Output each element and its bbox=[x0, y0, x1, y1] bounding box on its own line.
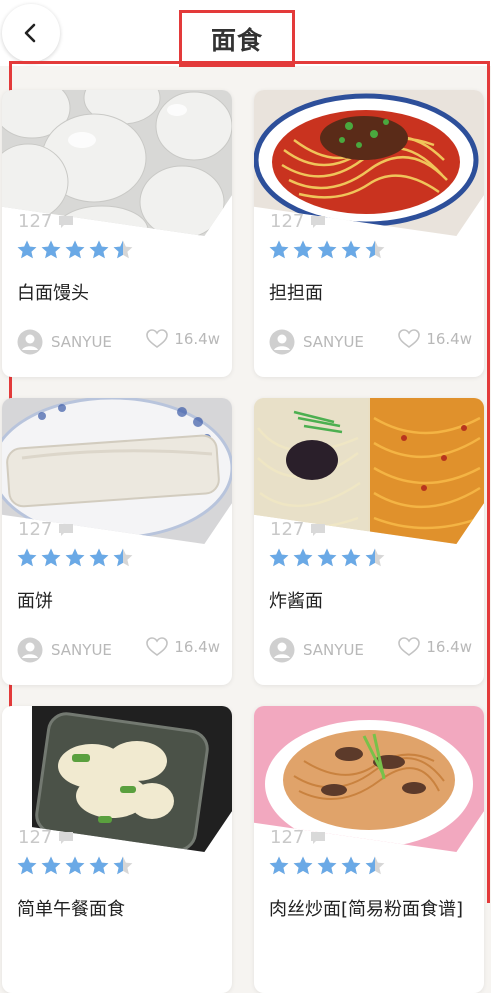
star-icon bbox=[317, 548, 337, 567]
star-icon bbox=[65, 856, 85, 875]
recipe-card[interactable]: 127 白面馒头 SANYUE 16.4w bbox=[2, 90, 232, 377]
star-icon bbox=[41, 856, 61, 875]
view-count: 127 bbox=[270, 211, 326, 232]
star-icon bbox=[365, 240, 385, 259]
recipe-name: 担担面 bbox=[269, 283, 323, 304]
star-icon bbox=[293, 240, 313, 259]
star-icon bbox=[269, 240, 289, 259]
recipe-name: 肉丝炒面[简易粉面食谱] bbox=[269, 899, 464, 920]
top-bar: 面食 bbox=[0, 0, 491, 67]
recipe-name: 白面馒头 bbox=[17, 283, 89, 304]
star-icon bbox=[41, 240, 61, 259]
author-name: SANYUE bbox=[51, 641, 112, 659]
star-icon bbox=[17, 548, 37, 567]
recipe-card[interactable]: 127 肉丝炒面[简易粉面食谱] bbox=[254, 706, 484, 993]
comment-icon bbox=[311, 524, 326, 536]
star-icon bbox=[113, 240, 133, 259]
avatar-icon bbox=[269, 329, 295, 355]
heart-icon bbox=[146, 637, 169, 656]
rating-stars bbox=[268, 855, 386, 876]
star-icon bbox=[41, 548, 61, 567]
page-title-text: 面食 bbox=[210, 25, 263, 55]
recipe-card[interactable]: 127 面饼 SANYUE 16.4w bbox=[2, 398, 232, 685]
author: SANYUE bbox=[17, 329, 112, 355]
view-count: 127 bbox=[18, 519, 74, 540]
star-icon bbox=[17, 240, 37, 259]
avatar-icon bbox=[17, 637, 43, 663]
star-icon bbox=[65, 548, 85, 567]
star-icon bbox=[365, 856, 385, 875]
view-count: 127 bbox=[18, 827, 74, 848]
chevron-left-icon bbox=[24, 23, 36, 43]
star-icon bbox=[317, 240, 337, 259]
like-count: 16.4w bbox=[426, 330, 472, 348]
star-icon bbox=[365, 548, 385, 567]
view-count: 127 bbox=[270, 519, 326, 540]
recipe-name: 面饼 bbox=[17, 591, 53, 612]
star-icon bbox=[293, 856, 313, 875]
recipe-card[interactable]: 127 简单午餐面食 bbox=[2, 706, 232, 993]
comment-icon bbox=[59, 524, 74, 536]
comment-icon bbox=[311, 832, 326, 844]
star-icon bbox=[341, 856, 361, 875]
view-count: 127 bbox=[270, 827, 326, 848]
recipe-card[interactable]: 127 炸酱面 SANYUE 16.4w bbox=[254, 398, 484, 685]
author: SANYUE bbox=[17, 637, 112, 663]
star-icon bbox=[269, 548, 289, 567]
star-icon bbox=[113, 548, 133, 567]
author-name: SANYUE bbox=[51, 333, 112, 351]
avatar-icon bbox=[17, 329, 43, 355]
recipe-name: 简单午餐面食 bbox=[17, 899, 125, 920]
star-icon bbox=[293, 548, 313, 567]
author: SANYUE bbox=[269, 637, 364, 663]
author-name: SANYUE bbox=[303, 333, 364, 351]
star-icon bbox=[317, 856, 337, 875]
star-icon bbox=[269, 856, 289, 875]
recipe-card[interactable]: 127 担担面 SANYUE 16.4w bbox=[254, 90, 484, 377]
heart-icon bbox=[146, 329, 169, 348]
author: SANYUE bbox=[269, 329, 364, 355]
star-icon bbox=[65, 240, 85, 259]
back-button[interactable] bbox=[2, 4, 60, 62]
page-title: 面食 bbox=[179, 10, 295, 67]
like-button[interactable]: 16.4w bbox=[398, 329, 472, 349]
avatar-icon bbox=[269, 637, 295, 663]
star-icon bbox=[89, 856, 109, 875]
like-button[interactable]: 16.4w bbox=[146, 329, 220, 349]
star-icon bbox=[341, 548, 361, 567]
like-count: 16.4w bbox=[174, 638, 220, 656]
comment-icon bbox=[59, 216, 74, 228]
rating-stars bbox=[268, 239, 386, 260]
rating-stars bbox=[268, 547, 386, 568]
heart-icon bbox=[398, 637, 421, 656]
heart-icon bbox=[398, 329, 421, 348]
rating-stars bbox=[16, 855, 134, 876]
star-icon bbox=[89, 548, 109, 567]
star-icon bbox=[341, 240, 361, 259]
view-count: 127 bbox=[18, 211, 74, 232]
like-count: 16.4w bbox=[174, 330, 220, 348]
rating-stars bbox=[16, 239, 134, 260]
star-icon bbox=[113, 856, 133, 875]
like-button[interactable]: 16.4w bbox=[146, 637, 220, 657]
comment-icon bbox=[59, 832, 74, 844]
like-button[interactable]: 16.4w bbox=[398, 637, 472, 657]
recipe-name: 炸酱面 bbox=[269, 591, 323, 612]
comment-icon bbox=[311, 216, 326, 228]
author-name: SANYUE bbox=[303, 641, 364, 659]
star-icon bbox=[17, 856, 37, 875]
star-icon bbox=[89, 240, 109, 259]
rating-stars bbox=[16, 547, 134, 568]
like-count: 16.4w bbox=[426, 638, 472, 656]
